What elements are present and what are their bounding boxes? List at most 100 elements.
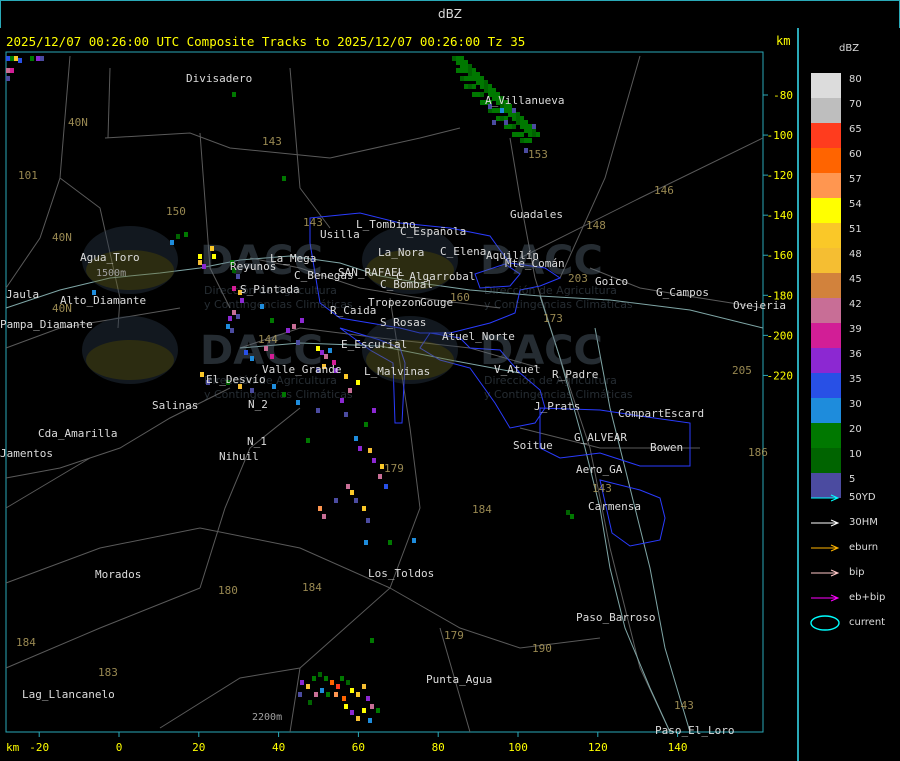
route-number: 186 <box>748 446 768 459</box>
place-label: Goico <box>595 275 628 288</box>
svg-text:y Contingencias Climáticas: y Contingencias Climáticas <box>484 298 633 311</box>
echo-cell <box>460 76 464 81</box>
echo-cell <box>212 254 216 259</box>
legend-label-54: 54 <box>849 199 862 210</box>
route-number: 150 <box>166 205 186 218</box>
echo-cell <box>264 346 268 351</box>
echo-cell <box>350 490 354 495</box>
track-arrow-icon <box>811 494 840 502</box>
y-tick-label: -100 <box>767 129 794 142</box>
echo-cell <box>500 108 504 113</box>
echo-cell <box>378 474 382 479</box>
legend-label-42: 42 <box>849 299 862 310</box>
echo-cell <box>282 392 286 397</box>
legend-swatch-35 <box>811 373 841 398</box>
echo-cell <box>364 422 368 427</box>
place-label: J_Prats <box>534 400 580 413</box>
echo-cell <box>354 498 358 503</box>
echo-cell <box>198 254 202 259</box>
place-label: Morados <box>95 568 141 581</box>
route-number: 40N <box>52 231 72 244</box>
echo-cell <box>250 356 254 361</box>
echo-cell <box>520 132 524 137</box>
track-arrow-icon <box>811 519 840 527</box>
place-label: L_Malvinas <box>364 365 430 378</box>
y-axis-unit: km <box>776 34 791 48</box>
legend-swatch-30 <box>811 398 841 423</box>
echo-cell <box>372 408 376 413</box>
y-tick-label: -200 <box>767 329 794 342</box>
echo-cell <box>318 506 322 511</box>
place-label: Carmensa <box>588 500 641 513</box>
x-tick-label: 80 <box>432 741 445 754</box>
route-number: 173 <box>543 312 563 325</box>
legend-swatch-70 <box>811 98 841 123</box>
echo-cell <box>292 324 296 329</box>
route-number: 148 <box>586 219 606 232</box>
radar-map[interactable]: DACCDirección de Agriculturay Contingenc… <box>0 28 797 761</box>
echo-cell <box>492 120 496 125</box>
place-label: Jamentos <box>0 447 53 460</box>
legend-label-45: 45 <box>849 274 862 285</box>
echo-cell <box>350 688 354 693</box>
echo-cell <box>324 676 328 681</box>
map-panel[interactable]: DACC Dirección de Agricultura y Contingenc… <box>0 28 798 761</box>
place-label: El_Desvío <box>206 373 266 386</box>
route-number: 160 <box>450 291 470 304</box>
legend-label-60: 60 <box>849 149 862 160</box>
place-label: Los_Toldos <box>368 567 434 580</box>
echo-cell <box>334 498 338 503</box>
echo-cell <box>532 124 536 129</box>
place-label: Agua_Toro <box>80 251 140 264</box>
route-number: 143 <box>674 699 694 712</box>
place-label: Mte_Comán <box>505 257 565 270</box>
echo-cell <box>346 680 350 685</box>
route-number: 101 <box>18 169 38 182</box>
place-label: V_Atuel <box>494 363 540 376</box>
echo-cell <box>566 510 570 515</box>
echo-cell <box>484 88 488 93</box>
elevation-label: 1500m <box>96 268 126 279</box>
echo-cell <box>456 68 460 73</box>
echo-cell <box>504 120 508 125</box>
echo-cell <box>298 692 302 697</box>
route-number: 184 <box>472 503 492 516</box>
echo-cell <box>464 84 468 89</box>
echo-cell <box>322 514 326 519</box>
echo-cell <box>496 108 500 113</box>
echo-cell <box>508 124 512 129</box>
echo-cell <box>492 108 496 113</box>
echo-cell <box>170 240 174 245</box>
echo-cell <box>260 304 264 309</box>
echo-cell <box>296 400 300 405</box>
echo-cell <box>368 718 372 723</box>
echo-cell <box>324 354 328 359</box>
echo-cell <box>366 696 370 701</box>
echo-cell <box>480 84 484 89</box>
track-label-30HM: 30HM <box>849 517 878 528</box>
x-tick-label: 140 <box>668 741 688 754</box>
echo-cell <box>272 384 276 389</box>
echo-cell <box>368 448 372 453</box>
echo-cell <box>342 696 346 701</box>
echo-cell <box>452 56 456 61</box>
echo-cell <box>244 350 248 355</box>
echo-cell <box>318 672 322 677</box>
legend-swatch-42 <box>811 298 841 323</box>
place-label: Pampa_Diamante <box>0 318 93 331</box>
x-tick-label: -20 <box>29 741 49 754</box>
x-tick-label: 100 <box>508 741 528 754</box>
route-number: 179 <box>384 462 404 475</box>
route-number: 184 <box>302 581 322 594</box>
echo-cell <box>476 92 480 97</box>
echo-cell <box>236 274 240 279</box>
echo-cell <box>300 318 304 323</box>
echo-cell <box>312 676 316 681</box>
echo-cell <box>308 700 312 705</box>
echo-cell <box>348 388 352 393</box>
echo-cell <box>346 484 350 489</box>
place-label: A_Villanueva <box>485 94 564 107</box>
echo-cell <box>376 708 380 713</box>
echo-cell <box>230 328 234 333</box>
echo-cell <box>528 138 532 143</box>
